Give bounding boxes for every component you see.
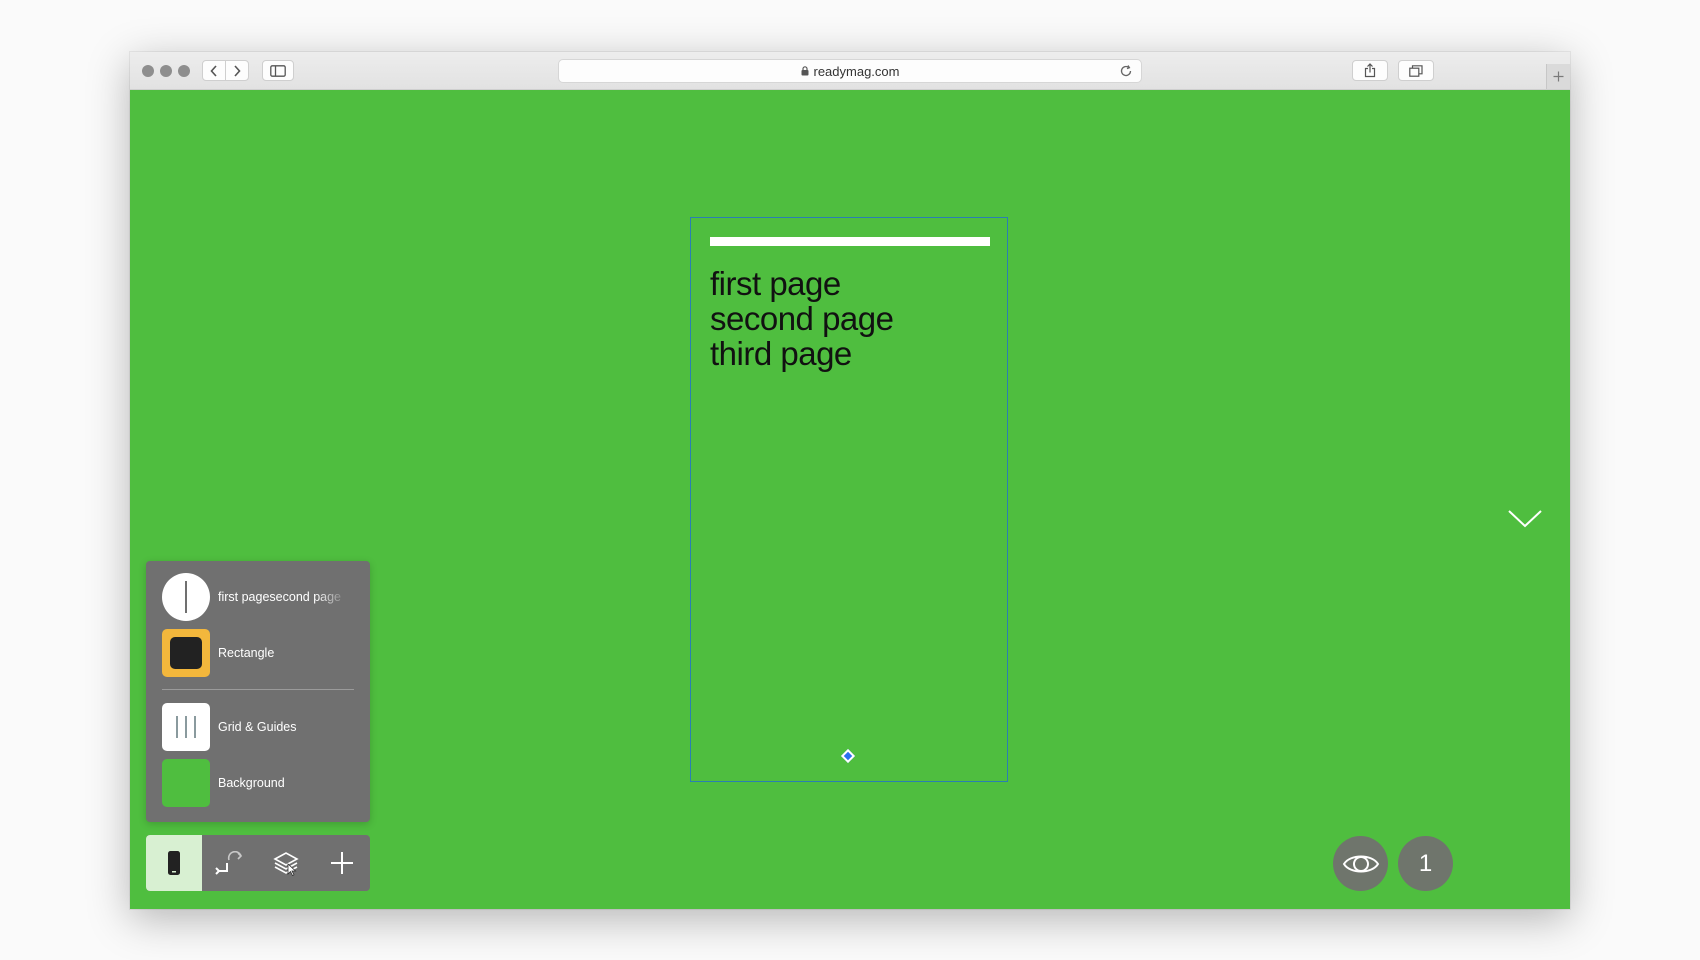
- new-tab-button[interactable]: [1546, 64, 1570, 89]
- close-window-button[interactable]: [142, 65, 154, 77]
- chevron-right-icon: [234, 64, 241, 77]
- eye-icon: [1342, 855, 1379, 872]
- reload-icon[interactable]: [1119, 64, 1133, 78]
- text-line-third-page: third page: [710, 335, 852, 372]
- layer-item-grid-guides[interactable]: Grid & Guides: [162, 703, 297, 751]
- zoom-window-button[interactable]: [178, 65, 190, 77]
- tabs-overview-button[interactable]: [1398, 60, 1434, 81]
- layer-item-text[interactable]: first pagesecond page: [162, 573, 348, 621]
- preview-button[interactable]: [1333, 836, 1388, 891]
- layers-button[interactable]: [258, 835, 314, 891]
- mobile-view-icon: [168, 851, 180, 875]
- layer-label: first pagesecond page: [218, 590, 342, 604]
- share-icon: [1364, 63, 1376, 78]
- layers-divider: [162, 689, 354, 690]
- page-number-button[interactable]: 1: [1398, 836, 1453, 891]
- rectangle-layer-icon: [162, 629, 210, 677]
- page-preview-frame[interactable]: first page second page third page: [690, 217, 1008, 782]
- text-widget[interactable]: first page second page third page: [710, 266, 894, 371]
- background-layer-icon: [162, 759, 210, 807]
- layers-icon: [273, 852, 299, 877]
- resize-handle[interactable]: [840, 748, 856, 764]
- layer-item-rectangle[interactable]: Rectangle: [162, 629, 274, 677]
- layers-panel: first pagesecond page Rectangle Grid & G…: [146, 561, 370, 822]
- back-button[interactable]: [202, 60, 226, 81]
- url-text: readymag.com: [813, 63, 900, 79]
- editor-canvas[interactable]: first page second page third page first …: [130, 89, 1570, 909]
- minimize-window-button[interactable]: [160, 65, 172, 77]
- text-line-second-page: second page: [710, 300, 894, 337]
- text-layer-icon: [162, 573, 210, 621]
- layer-label: Rectangle: [218, 646, 275, 660]
- address-bar[interactable]: readymag.com: [558, 59, 1142, 83]
- layer-label: Grid & Guides: [218, 720, 297, 734]
- text-line-first-page: first page: [710, 265, 841, 302]
- forward-button[interactable]: [225, 60, 249, 81]
- browser-window: readymag.com first page second page thir…: [130, 52, 1570, 909]
- add-icon: [331, 852, 353, 874]
- mobile-view-button[interactable]: [146, 835, 202, 891]
- layer-label: Background: [218, 776, 285, 790]
- add-widget-button[interactable]: [314, 835, 370, 891]
- sidebar-toggle-button[interactable]: [262, 60, 294, 81]
- links-icon: [215, 851, 243, 875]
- chevron-left-icon: [210, 64, 217, 77]
- grid-guides-icon: [162, 703, 210, 751]
- share-button[interactable]: [1352, 60, 1388, 81]
- plus-icon: [1553, 71, 1564, 82]
- editor-toolbar: [146, 835, 370, 891]
- browser-titlebar: readymag.com: [130, 52, 1570, 90]
- layer-item-background[interactable]: Background: [162, 759, 285, 807]
- links-button[interactable]: [202, 835, 258, 891]
- rectangle-widget[interactable]: [710, 237, 990, 246]
- tabs-icon: [1409, 64, 1423, 77]
- sidebar-icon: [270, 64, 286, 77]
- page-number: 1: [1418, 849, 1433, 877]
- lock-icon: [801, 66, 808, 76]
- chevron-down-icon[interactable]: [1508, 509, 1542, 529]
